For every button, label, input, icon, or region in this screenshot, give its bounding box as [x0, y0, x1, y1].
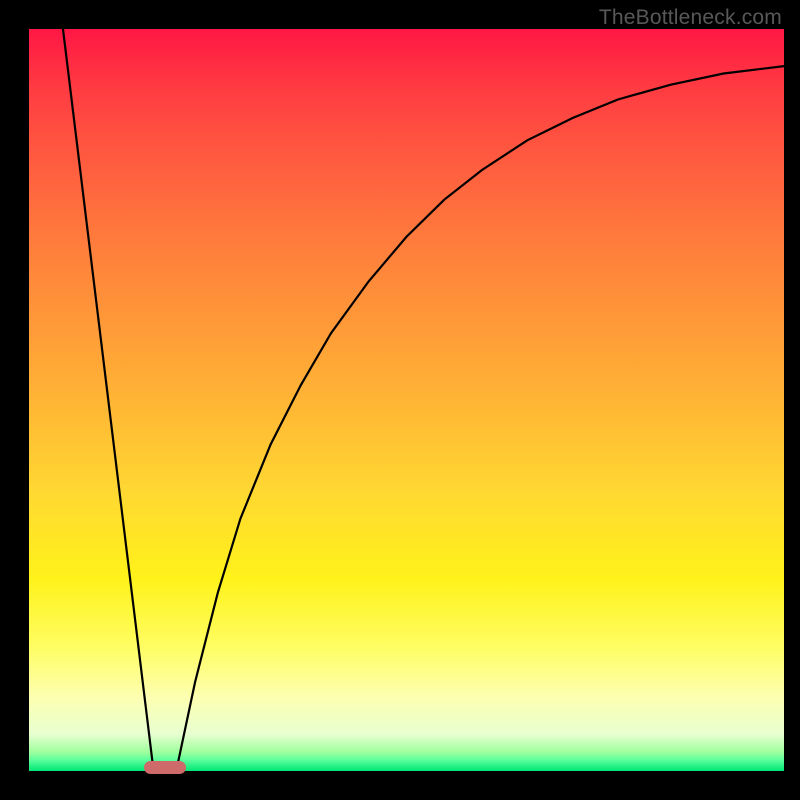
left-edge-line	[63, 29, 154, 771]
chart-container: TheBottleneck.com	[0, 0, 800, 800]
right-curve-line	[176, 66, 784, 771]
plot-area	[29, 29, 784, 771]
attribution-text: TheBottleneck.com	[599, 6, 782, 30]
chart-curves	[29, 29, 784, 771]
bottleneck-marker	[144, 761, 186, 774]
